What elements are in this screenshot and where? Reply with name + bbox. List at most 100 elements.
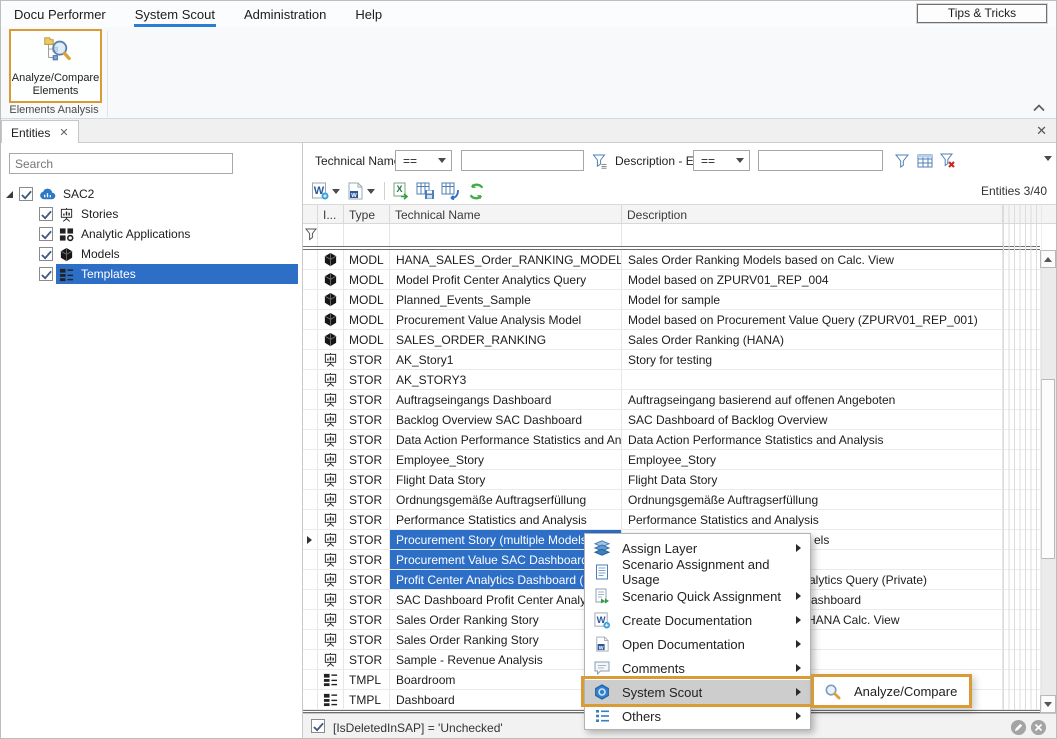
filter-enabled-checkbox[interactable]	[311, 719, 325, 733]
description-text: alytics Query (Private)	[809, 573, 927, 587]
column-header-type[interactable]: Type	[344, 205, 390, 224]
context-menu-item-create-documentation[interactable]: WCreate Documentation	[585, 608, 810, 632]
menubar: Docu Performer System Scout Administration…	[1, 1, 1056, 27]
column-header-icon[interactable]: I...	[318, 205, 344, 224]
filter-edit-icon[interactable]	[589, 150, 611, 171]
entity-type-icon-cell	[318, 290, 344, 309]
export-excel-icon[interactable]: X	[391, 181, 411, 201]
table-row[interactable]: MODLProcurement Value Analysis ModelMode…	[303, 310, 1040, 330]
row-filler-cell	[1003, 650, 1040, 669]
table-row[interactable]: MODLPlanned_Events_SampleModel for sampl…	[303, 290, 1040, 310]
menubar-item-administration[interactable]: Administration	[243, 3, 327, 25]
description-cell: Sales Order Ranking (HANA)	[622, 330, 1003, 349]
menubar-item-help[interactable]: Help	[354, 3, 383, 25]
type-cell: STOR	[344, 590, 390, 609]
table-row[interactable]: MODLSALES_ORDER_RANKINGSales Order Ranki…	[303, 330, 1040, 350]
context-menu-item-open-documentation[interactable]: wOpen Documentation	[585, 632, 810, 656]
create-word-document-icon[interactable]: W	[310, 181, 330, 201]
tree-node-analytic-applications[interactable]: Analytic Applications	[1, 224, 301, 244]
context-menu-item-others[interactable]: Others	[585, 704, 810, 728]
tree-node-stories[interactable]: Stories	[1, 204, 301, 224]
tree-checkbox[interactable]	[19, 187, 33, 201]
column-header-type-label: Type	[349, 208, 375, 222]
chevron-down-icon	[438, 158, 446, 163]
menubar-item-system-scout[interactable]: System Scout	[134, 3, 216, 25]
filter-operator-dropdown[interactable]: ==	[693, 150, 750, 171]
tree-checkbox[interactable]	[39, 247, 53, 261]
entity-type-icon-cell	[318, 670, 344, 689]
table-row[interactable]: STOREmployee_StoryEmployee_Story	[303, 450, 1040, 470]
table-row[interactable]: STORAK_Story1Story for testing	[303, 350, 1040, 370]
tree-node-models[interactable]: Models	[1, 244, 301, 264]
collapse-ribbon-icon[interactable]	[1032, 103, 1046, 113]
table-row[interactable]: STOROrdnungsgemäße AuftragserfüllungOrdn…	[303, 490, 1040, 510]
chevron-down-icon[interactable]	[332, 189, 340, 194]
tab-entities[interactable]: Entities ✕	[1, 120, 79, 144]
tree-expander-icon[interactable]	[6, 191, 13, 198]
description-cell: Model based on Procurement Value Query (…	[622, 310, 1003, 329]
tree-checkbox[interactable]	[39, 267, 53, 281]
context-menu-item-scenario-quick-assignment[interactable]: Scenario Quick Assignment	[585, 584, 810, 608]
table-row[interactable]: STORAuftragseingangs DashboardAuftragsei…	[303, 390, 1040, 410]
tree-checkbox[interactable]	[39, 207, 53, 221]
story-icon	[323, 632, 338, 647]
story-icon	[323, 392, 338, 407]
context-submenu-analyze-compare[interactable]: Analyze/Compare	[811, 674, 972, 708]
chevron-down-icon[interactable]	[367, 189, 375, 194]
row-filler-cell	[1003, 390, 1040, 409]
context-menu-item-comments[interactable]: Comments	[585, 656, 810, 680]
model-icon	[323, 272, 338, 287]
tips-and-tricks-button[interactable]: Tips & Tricks	[917, 4, 1047, 23]
filter-grid-icon[interactable]	[914, 150, 936, 171]
analyze-compare-icon	[824, 683, 841, 700]
description-cell: Model for sample	[622, 290, 1003, 309]
description-filter-input[interactable]	[758, 150, 883, 171]
type-cell: STOR	[344, 370, 390, 389]
row-indicator-cell	[303, 510, 318, 529]
context-menu-item-scenario-assignment-and-usage[interactable]: Scenario Assignment and Usage	[585, 560, 810, 584]
table-row[interactable]: STORPerformance Statistics and AnalysisP…	[303, 510, 1040, 530]
type-cell: STOR	[344, 650, 390, 669]
menubar-item-label: System Scout	[135, 7, 215, 22]
tree-node-templates[interactable]: Templates	[1, 264, 301, 284]
chevron-down-icon[interactable]	[1044, 156, 1052, 161]
table-row[interactable]: STORFlight Data StoryFlight Data Story	[303, 470, 1040, 490]
save-grid-layout-icon[interactable]	[415, 181, 435, 201]
column-header-technical-name[interactable]: Technical Name	[390, 205, 622, 224]
vertical-scrollbar[interactable]	[1040, 250, 1056, 713]
close-filter-icon[interactable]	[1030, 719, 1047, 736]
filter-field-label: Description - En	[615, 154, 700, 168]
context-menu-item-system-scout[interactable]: System Scout	[585, 680, 810, 704]
scroll-up-icon[interactable]	[1040, 250, 1056, 268]
grid-filter-row[interactable]	[303, 224, 1040, 246]
filter-operator-dropdown[interactable]: ==	[395, 150, 452, 171]
type-cell: STOR	[344, 630, 390, 649]
column-header-description[interactable]: Description	[622, 205, 1003, 224]
scrollbar-thumb[interactable]	[1041, 379, 1055, 559]
edit-filter-icon[interactable]	[1010, 719, 1027, 736]
template-icon	[323, 692, 338, 707]
focused-row-icon	[307, 536, 312, 544]
scroll-down-icon[interactable]	[1040, 695, 1056, 713]
type-cell: TMPL	[344, 670, 390, 689]
table-row[interactable]: STORData Action Performance Statistics a…	[303, 430, 1040, 450]
context-menu-item-label: Others	[622, 709, 661, 724]
technical-name-filter-input[interactable]	[461, 150, 584, 171]
type-cell: STOR	[344, 390, 390, 409]
tree-checkbox[interactable]	[39, 227, 53, 241]
filter-funnel-icon[interactable]	[891, 150, 913, 171]
analyze-compare-elements-button[interactable]: Analyze/Compare Elements	[9, 29, 102, 103]
menubar-item-docu-performer[interactable]: Docu Performer	[13, 3, 107, 25]
restore-grid-layout-icon[interactable]	[440, 181, 460, 201]
clear-filter-icon[interactable]	[936, 150, 958, 171]
table-row[interactable]: STORBacklog Overview SAC DashboardSAC Da…	[303, 410, 1040, 430]
table-row[interactable]: MODLModel Profit Center Analytics QueryM…	[303, 270, 1040, 290]
table-row[interactable]: MODLHANA_SALES_Order_RANKING_MODELSales …	[303, 250, 1040, 270]
refresh-icon[interactable]	[466, 181, 486, 201]
tab-close-icon[interactable]: ✕	[59, 126, 68, 139]
open-word-document-icon[interactable]: w	[345, 181, 365, 201]
search-input[interactable]	[9, 153, 233, 174]
tree-node-sac2[interactable]: SAC2	[1, 184, 301, 204]
panel-close-icon[interactable]: ✕	[1036, 123, 1047, 139]
table-row[interactable]: STORAK_STORY3	[303, 370, 1040, 390]
